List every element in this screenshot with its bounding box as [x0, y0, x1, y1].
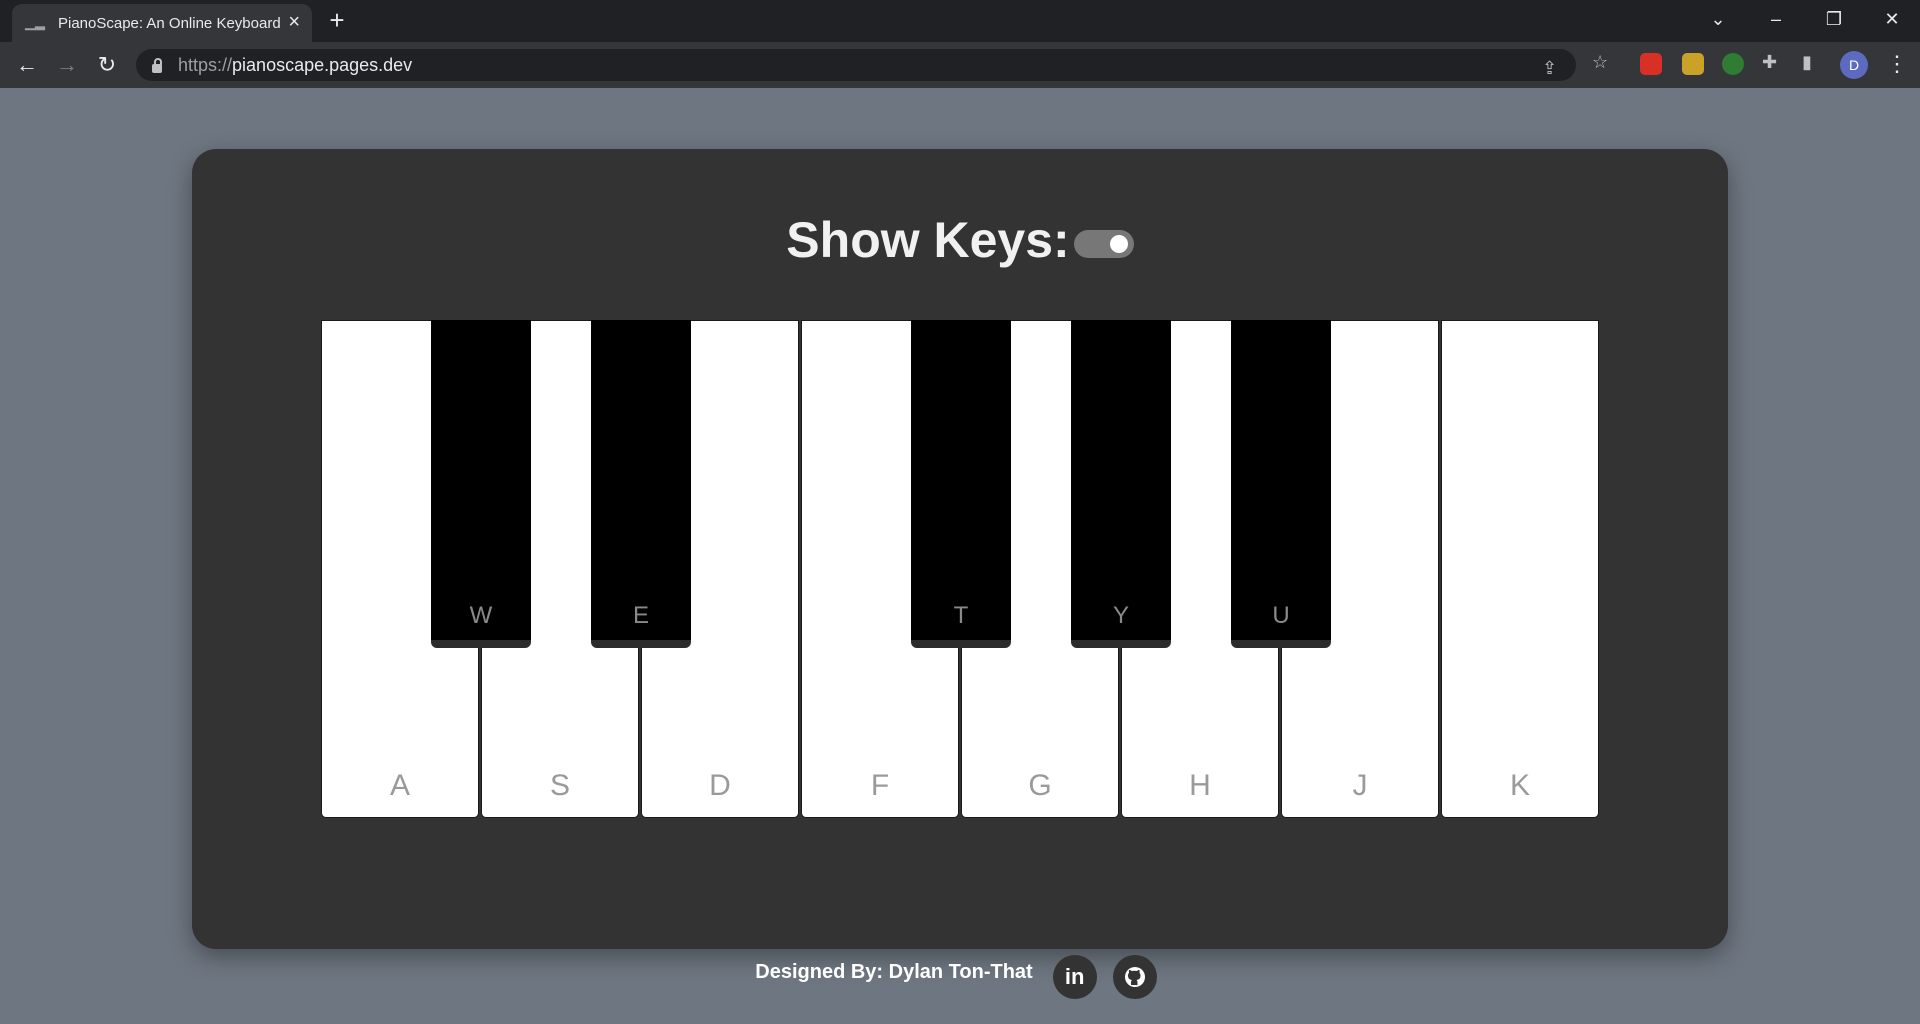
- extensions-puzzle-icon[interactable]: ✚: [1762, 52, 1777, 73]
- toggle-knob: [1109, 235, 1128, 253]
- designer-credit: Designed By: Dylan Ton-That: [755, 960, 1033, 983]
- new-tab-button[interactable]: +: [322, 5, 352, 35]
- key-label: S: [549, 769, 570, 802]
- key-label: K: [1509, 769, 1530, 802]
- key-label: A: [389, 769, 410, 802]
- reload-button[interactable]: ↻: [92, 50, 122, 80]
- extension-icon-1[interactable]: [1640, 53, 1662, 75]
- bookmark-star-icon[interactable]: ☆: [1592, 52, 1608, 73]
- browser-tab[interactable]: ▁▂ PianoScape: An Online Keyboard ×: [12, 4, 312, 42]
- restore-button[interactable]: ❐: [1806, 0, 1862, 38]
- key-label: T: [953, 602, 969, 629]
- linkedin-icon[interactable]: in: [1052, 955, 1097, 999]
- browser-toolbar: ← → ↻ https://pianoscape.pages.dev ⇪ ☆ ✚…: [0, 42, 1920, 88]
- black-key-y[interactable]: Y: [1071, 320, 1171, 648]
- extension-icon-3[interactable]: [1722, 53, 1744, 75]
- white-key-k[interactable]: K: [1441, 320, 1599, 818]
- footer: Designed By: Dylan Ton-That in: [0, 955, 1920, 999]
- key-label: D: [709, 769, 731, 802]
- show-keys-toggle[interactable]: [1073, 230, 1134, 258]
- black-key-u[interactable]: U: [1231, 320, 1331, 648]
- share-icon[interactable]: ⇪: [1542, 58, 1557, 79]
- show-keys-label: Show Keys:: [786, 212, 1070, 268]
- piano-favicon-icon: ▁▂: [25, 15, 45, 30]
- key-label: G: [1028, 769, 1052, 802]
- key-label: U: [1272, 602, 1290, 629]
- key-label: E: [632, 602, 649, 629]
- piano-keyboard: A S D F G H J K W E T Y U: [321, 320, 1600, 818]
- tab-title: PianoScape: An Online Keyboard: [58, 14, 281, 32]
- tab-search-icon[interactable]: ⌄: [1690, 0, 1746, 38]
- key-label: Y: [1112, 602, 1129, 629]
- piano-card: Show Keys: A S D F G H J K W E T Y U: [192, 149, 1728, 949]
- black-key-e[interactable]: E: [591, 320, 691, 648]
- github-icon[interactable]: [1112, 955, 1157, 999]
- close-window-button[interactable]: ✕: [1864, 0, 1920, 38]
- black-key-w[interactable]: W: [431, 320, 531, 648]
- address-bar[interactable]: https://pianoscape.pages.dev ⇪: [136, 49, 1576, 81]
- key-label: F: [870, 769, 890, 802]
- forward-button[interactable]: →: [52, 50, 82, 80]
- key-label: J: [1352, 769, 1368, 802]
- side-panel-icon[interactable]: ▮: [1802, 52, 1812, 73]
- minimize-button[interactable]: –: [1748, 0, 1804, 38]
- browser-menu-icon[interactable]: ⋮: [1886, 51, 1908, 77]
- key-label: W: [469, 602, 493, 629]
- show-keys-row: Show Keys:: [192, 211, 1728, 269]
- extension-icon-2[interactable]: [1682, 53, 1704, 75]
- tab-strip: ▁▂ PianoScape: An Online Keyboard × + ⌄ …: [0, 0, 1920, 42]
- profile-avatar[interactable]: D: [1840, 51, 1868, 79]
- github-logo-icon: [1124, 967, 1145, 987]
- close-tab-icon[interactable]: ×: [288, 12, 300, 32]
- key-label: H: [1189, 769, 1211, 802]
- back-button[interactable]: ←: [12, 50, 42, 80]
- black-key-t[interactable]: T: [911, 320, 1011, 648]
- url-text[interactable]: https://pianoscape.pages.dev: [178, 55, 412, 76]
- lock-icon[interactable]: [152, 57, 162, 73]
